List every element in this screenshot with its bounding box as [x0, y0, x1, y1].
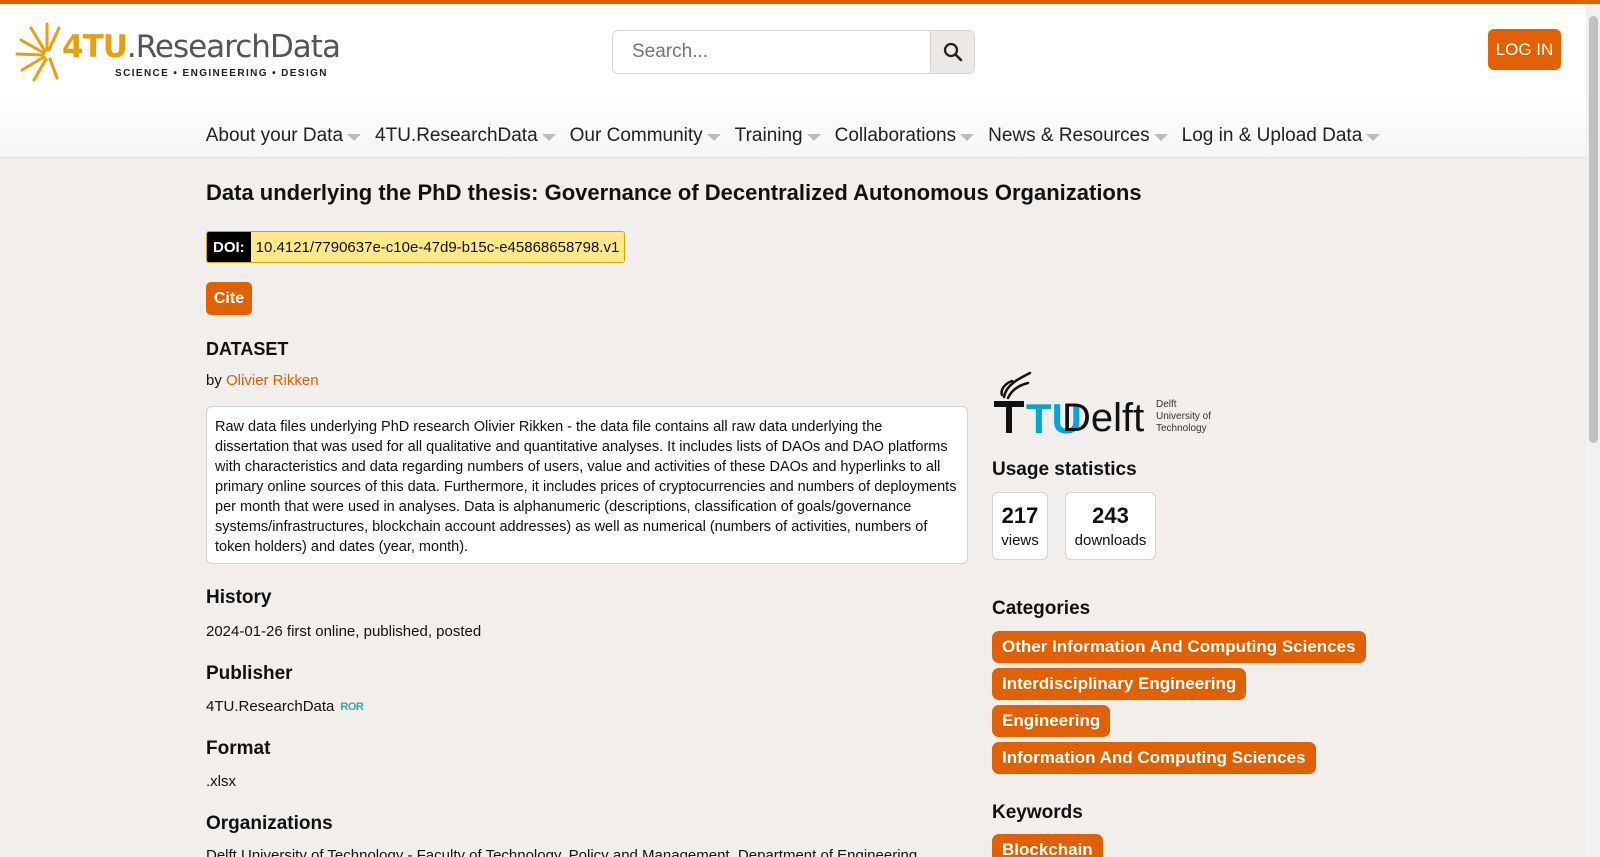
- search-input[interactable]: [613, 31, 931, 73]
- chevron-down-icon: [541, 133, 556, 141]
- nav-item-4tu-researchdata[interactable]: 4TU.ResearchData: [375, 122, 556, 150]
- doi-value[interactable]: 10.4121/7790637e-c10e-47d9-b15c-e4586865…: [250, 232, 625, 262]
- nav-item-our-community[interactable]: Our Community: [570, 122, 721, 150]
- format-value: .xlsx: [206, 773, 236, 790]
- scrollbar-thumb[interactable]: [1589, 16, 1598, 443]
- category-chip[interactable]: Engineering: [992, 705, 1111, 737]
- keyword-chip[interactable]: Blockchain: [992, 834, 1103, 857]
- svg-text:University of: University of: [1156, 411, 1211, 422]
- organizations-heading: Organizations: [206, 813, 333, 834]
- nav-item-about-your-data[interactable]: About your Data: [206, 122, 362, 150]
- doi-badge: DOI: 10.4121/7790637e-c10e-47d9-b15c-e45…: [206, 231, 626, 263]
- site-header: 4TU.ResearchData SCIENCE • ENGINEERING •…: [0, 4, 1586, 158]
- svg-text:Technology: Technology: [1156, 423, 1207, 434]
- keywords-heading: Keywords: [992, 802, 1083, 823]
- cite-button[interactable]: Cite: [206, 282, 252, 315]
- chevron-down-icon: [706, 133, 721, 141]
- page-scrollbar[interactable]: [1586, 4, 1600, 857]
- chevron-down-icon: [960, 133, 975, 141]
- history-heading: History: [206, 587, 272, 608]
- categories-heading: Categories: [992, 598, 1091, 619]
- chevron-down-icon: [1366, 133, 1381, 141]
- views-label: views: [1001, 532, 1039, 549]
- format-heading: Format: [206, 738, 271, 759]
- downloads-label: downloads: [1074, 532, 1147, 549]
- doi-label: DOI:: [207, 232, 251, 262]
- svg-text:Delft: Delft: [1156, 399, 1177, 410]
- search-box: [612, 30, 975, 74]
- publisher-value: 4TU.ResearchData: [206, 698, 335, 715]
- chevron-down-icon: [1153, 133, 1168, 141]
- tu-delft-logo: TU Delft Delft University of Technology: [994, 371, 1211, 435]
- ror-icon[interactable]: ROR: [340, 701, 363, 713]
- category-chip[interactable]: Interdisciplinary Engineering: [992, 668, 1247, 700]
- login-button[interactable]: LOG IN: [1488, 29, 1561, 70]
- nav-item-login-upload[interactable]: Log in & Upload Data: [1182, 122, 1381, 150]
- chevron-down-icon: [347, 133, 362, 141]
- downloads-stat: 243 downloads: [1065, 492, 1156, 560]
- downloads-count: 243: [1092, 503, 1129, 528]
- publisher-heading: Publisher: [206, 663, 293, 684]
- history-value: 2024-01-26 first online, published, post…: [206, 623, 482, 640]
- category-chip[interactable]: Other Information And Computing Sciences: [992, 631, 1366, 663]
- category-chip[interactable]: Information And Computing Sciences: [992, 742, 1316, 774]
- nav-item-training[interactable]: Training: [735, 122, 821, 150]
- views-stat: 217 views: [992, 492, 1048, 560]
- author-link[interactable]: Olivier Rikken: [226, 372, 319, 389]
- nav-item-collaborations[interactable]: Collaborations: [835, 122, 975, 150]
- search-button[interactable]: [930, 31, 974, 73]
- dataset-type: DATASET: [206, 339, 289, 359]
- publisher-line: 4TU.ResearchData ROR: [206, 698, 364, 715]
- logo-tagline: SCIENCE • ENGINEERING • DESIGN: [115, 68, 328, 79]
- dataset-title: Data underlying the PhD thesis: Governan…: [206, 180, 1142, 205]
- svg-text:Delft: Delft: [1062, 396, 1144, 435]
- main-nav: About your Data 4TU.ResearchData Our Com…: [0, 122, 1586, 150]
- views-count: 217: [1001, 503, 1039, 528]
- nav-item-news-resources[interactable]: News & Resources: [988, 122, 1168, 150]
- chevron-down-icon: [806, 133, 821, 141]
- dataset-description: Raw data files underlying PhD research O…: [206, 406, 968, 564]
- author-line: by Olivier Rikken: [206, 372, 319, 389]
- logo-wordmark: 4TU.ResearchData: [62, 29, 341, 65]
- search-icon: [943, 42, 962, 62]
- organizations-value: Delft University of Technology - Faculty…: [206, 847, 918, 857]
- site-logo[interactable]: 4TU.ResearchData SCIENCE • ENGINEERING •…: [15, 18, 341, 84]
- usage-heading: Usage statistics: [992, 459, 1137, 480]
